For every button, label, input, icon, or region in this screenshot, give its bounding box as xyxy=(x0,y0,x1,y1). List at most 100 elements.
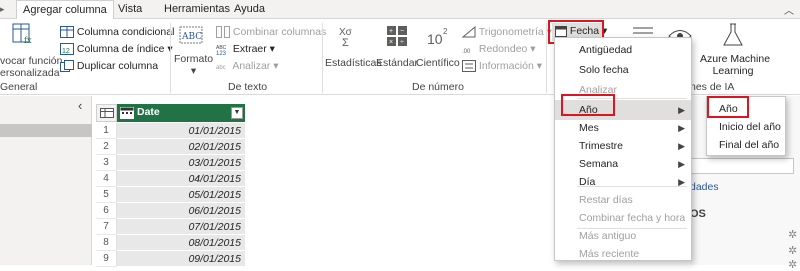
year-submenu-item[interactable]: Final del año xyxy=(707,135,785,155)
submenu-arrow-icon: ▶ xyxy=(678,177,685,187)
date-cell[interactable]: 05/01/2015 xyxy=(117,187,245,203)
row-number[interactable]: 2 xyxy=(96,139,117,155)
date-menu-item[interactable]: Combinar fecha y hora xyxy=(555,208,691,228)
date-cell[interactable]: 01/01/2015 xyxy=(117,123,245,139)
trigonometry-icon xyxy=(462,26,476,38)
analyze-text-button[interactable]: abc Analizar ▾ xyxy=(216,60,278,72)
submenu-arrow-icon: ▶ xyxy=(678,141,685,151)
row-number[interactable]: 6 xyxy=(96,203,117,219)
date-column-label: Date xyxy=(137,106,160,118)
date-menu-item[interactable]: Antigüedad xyxy=(555,40,691,60)
table-row[interactable]: 7 07/01/2015 xyxy=(96,219,246,235)
svg-text:+: + xyxy=(389,28,393,35)
ribbon-tab-bar: ▸ Agregar columna Vista Herramientas Ayu… xyxy=(0,0,800,20)
tab-overflow-icon[interactable]: ▸ xyxy=(0,4,6,14)
step-settings-gear-icon[interactable]: ✲ xyxy=(788,228,797,241)
analyze-icon: abc xyxy=(216,65,226,71)
table-row[interactable]: 1 01/01/2015 xyxy=(96,123,246,139)
date-menu-item[interactable]: Restar días xyxy=(555,190,691,210)
step-settings-gear-icon[interactable]: ✲ xyxy=(788,244,797,257)
table-row[interactable]: 2 02/01/2015 xyxy=(96,139,246,155)
group-label-ai: nes de IA xyxy=(690,81,735,93)
column-filter-dropdown-icon[interactable]: ▼ xyxy=(231,107,243,119)
tab-tools[interactable]: Herramientas xyxy=(158,0,236,19)
table-row[interactable]: 4 04/01/2015 xyxy=(96,171,246,187)
table-row[interactable]: 6 06/01/2015 xyxy=(96,203,246,219)
tab-view[interactable]: Vista xyxy=(112,0,148,19)
row-number[interactable]: 4 xyxy=(96,171,117,187)
collapse-ribbon-icon[interactable]: ︿ xyxy=(784,2,794,17)
date-cell[interactable]: 02/01/2015 xyxy=(117,139,245,155)
row-number[interactable]: 3 xyxy=(96,155,117,171)
properties-link[interactable]: dades xyxy=(690,181,719,193)
statistics-button[interactable]: Xσ Σ Estadísticas xyxy=(325,23,382,79)
extract-button[interactable]: ABC 123 Extraer ▾ xyxy=(216,43,275,55)
row-number[interactable]: 1 xyxy=(96,123,117,139)
year-submenu-item[interactable]: Inicio del año xyxy=(707,117,785,137)
index-column-icon: 12 xyxy=(60,43,74,56)
invoke-function-label: vocar función ersonalizada xyxy=(0,55,63,79)
table-row[interactable]: 3 03/01/2015 xyxy=(96,155,246,171)
svg-text:fx: fx xyxy=(24,36,32,45)
svg-text:.00: .00 xyxy=(462,49,471,55)
ribbon-separator xyxy=(322,23,323,93)
table-row[interactable]: 8 08/01/2015 xyxy=(96,235,246,251)
row-number[interactable]: 7 xyxy=(96,219,117,235)
year-subitem-highlight xyxy=(707,96,749,118)
date-menu-item[interactable]: Semana ▶ xyxy=(555,154,691,174)
date-cell[interactable]: 03/01/2015 xyxy=(117,155,245,171)
conditional-column-button[interactable]: Columna condicional xyxy=(60,26,174,39)
format-button[interactable]: ABC Formato ▾ xyxy=(174,23,213,79)
menu-separator xyxy=(577,186,687,187)
selected-query-item[interactable] xyxy=(0,124,92,137)
table-corner[interactable] xyxy=(96,104,117,122)
index-column-button[interactable]: 12 Columna de índice ▾ xyxy=(60,43,173,56)
flask-icon xyxy=(723,23,743,46)
row-number[interactable]: 8 xyxy=(96,235,117,251)
date-cell[interactable]: 08/01/2015 xyxy=(117,235,245,251)
date-cell[interactable]: 04/01/2015 xyxy=(117,171,245,187)
svg-text:−: − xyxy=(400,28,404,35)
scientific-button[interactable]: 10 2 Científico xyxy=(414,23,460,79)
date-column-header[interactable]: Date ▼ xyxy=(117,104,245,122)
rounding-button[interactable]: .00 Redondeo ▾ xyxy=(462,43,536,55)
invoke-custom-function-button[interactable]: fx vocar función ersonalizada xyxy=(0,21,62,79)
date-cell[interactable]: 07/01/2015 xyxy=(117,219,245,235)
azure-ml-button[interactable]: Azure Machine Learning xyxy=(700,23,770,79)
trigonometry-button[interactable]: Trigonometría ▾ xyxy=(462,26,552,38)
ribbon-separator xyxy=(170,23,171,93)
date-cell[interactable]: 06/01/2015 xyxy=(117,203,245,219)
svg-text:123: 123 xyxy=(216,51,227,55)
tab-add-column[interactable]: Agregar columna xyxy=(16,0,114,20)
information-button[interactable]: Información ▾ xyxy=(462,60,542,73)
information-icon xyxy=(462,60,476,73)
duplicate-column-icon xyxy=(60,60,74,73)
date-menu-item[interactable]: Solo fecha xyxy=(555,60,691,80)
group-label-general: General xyxy=(0,81,38,93)
duplicate-column-button[interactable]: Duplicar columna xyxy=(60,60,158,73)
format-icon: ABC xyxy=(179,26,203,44)
tab-help[interactable]: Ayuda xyxy=(228,0,271,19)
combine-columns-button[interactable]: Combinar columnas xyxy=(216,26,326,39)
applied-steps-header: OS xyxy=(690,208,706,220)
table-icon xyxy=(100,108,114,118)
fx-column-icon: fx xyxy=(12,23,32,45)
collapse-pane-icon[interactable]: ‹ xyxy=(78,98,82,113)
table-row[interactable]: 5 05/01/2015 xyxy=(96,187,246,203)
date-menu-item[interactable]: Día ▶ xyxy=(555,172,691,192)
date-menu-item[interactable]: Mes ▶ xyxy=(555,118,691,138)
query-name-field[interactable] xyxy=(690,158,794,174)
svg-text:Σ: Σ xyxy=(342,37,349,47)
submenu-arrow-icon: ▶ xyxy=(678,159,685,169)
submenu-arrow-icon: ▶ xyxy=(678,123,685,133)
date-menu-item[interactable]: Trimestre ▶ xyxy=(555,136,691,156)
date-menu-item[interactable]: Más reciente xyxy=(555,244,691,264)
queries-pane: ‹ xyxy=(0,96,92,265)
rounding-icon: .00 xyxy=(462,49,471,55)
svg-text:ABC: ABC xyxy=(181,32,202,42)
date-dropdown-menu: Antigüedad Solo fecha Analizar Año ▶ Mes ▶ Trim… xyxy=(554,37,692,261)
row-number[interactable]: 5 xyxy=(96,187,117,203)
svg-text:×: × xyxy=(389,39,393,46)
group-label-text: De texto xyxy=(228,81,268,93)
date-menu-item[interactable]: Más antiguo xyxy=(555,226,691,246)
